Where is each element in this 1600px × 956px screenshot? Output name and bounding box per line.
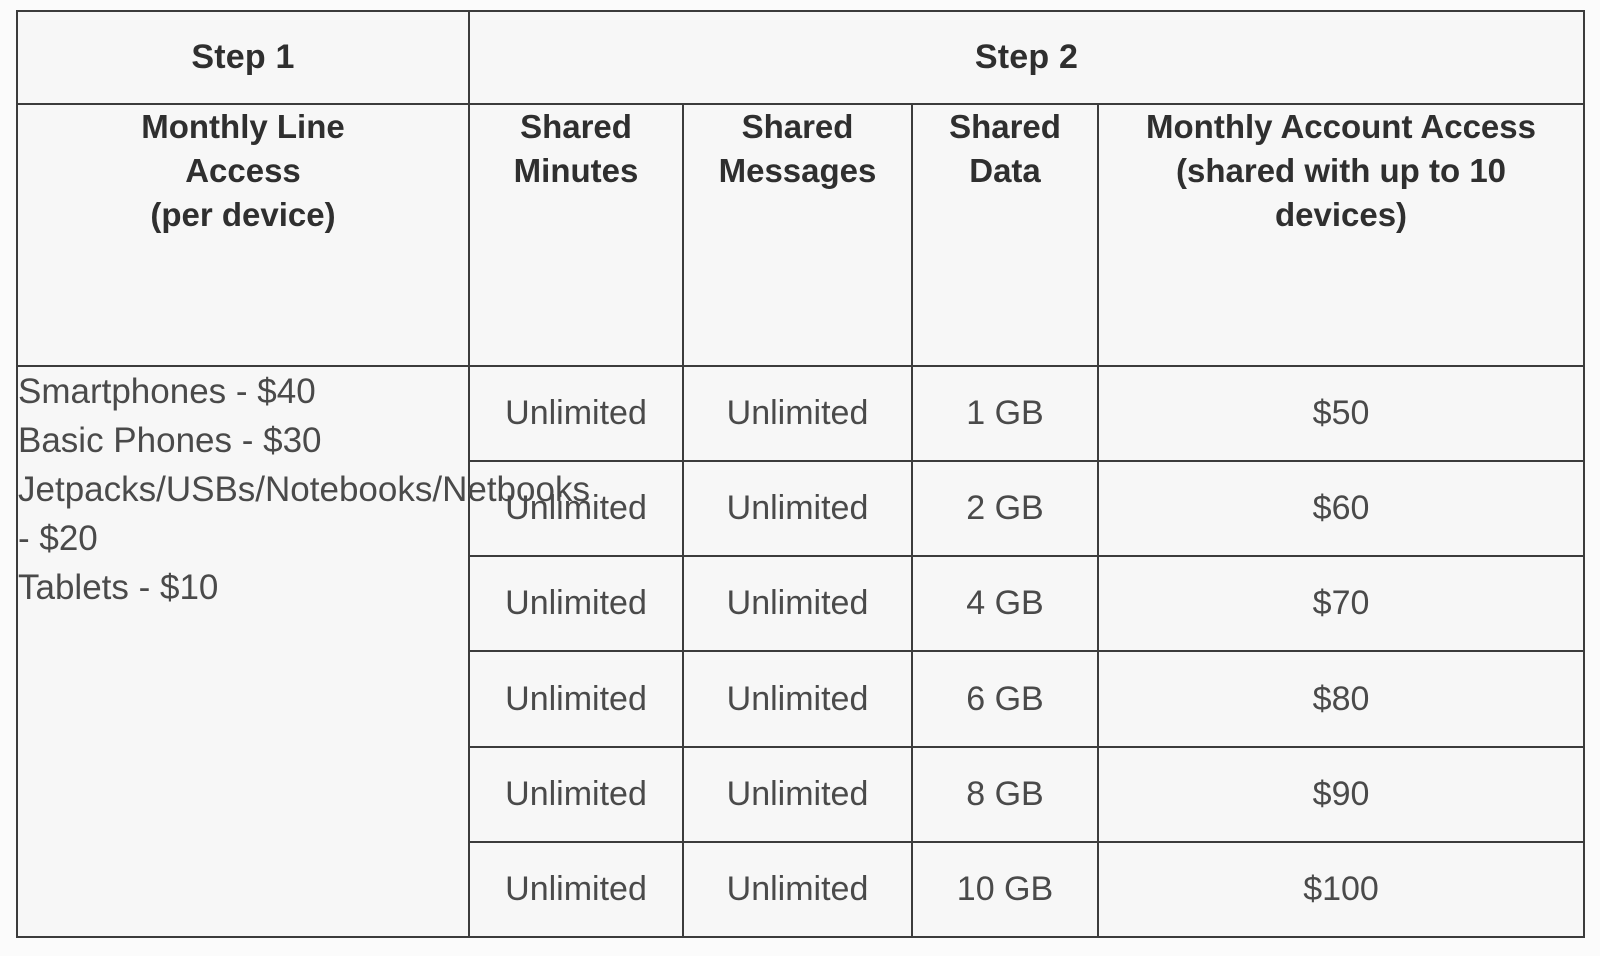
cell-shared-data: 8 GB [911, 745, 1099, 843]
cell-shared-messages: Unlimited [682, 460, 913, 558]
cell-shared-data: 4 GB [911, 555, 1099, 653]
cell-shared-minutes: Unlimited [468, 745, 684, 843]
column-header-shared-minutes: Shared Minutes [468, 103, 684, 367]
page-root: Step 1 Step 2 Monthly Line Access (per d… [0, 0, 1600, 956]
column-header-line: Shared [520, 108, 632, 145]
device-pricing-line: Smartphones - $40 [18, 372, 316, 411]
cell-monthly-account-access: $100 [1096, 840, 1586, 939]
cell-shared-messages: Unlimited [682, 745, 913, 843]
table-header: Step 1 Step 2 Monthly Line Access (per d… [16, 10, 1586, 367]
device-pricing-cell: Smartphones - $40 Basic Phones - $30 Jet… [16, 365, 590, 938]
column-header-monthly-line-access: Monthly Line Access (per device) [16, 103, 470, 367]
device-pricing-line: Basic Phones - $30 [18, 421, 322, 460]
device-pricing-line: Jetpacks/USBs/Notebooks/Netbooks - $20 [18, 470, 590, 558]
cell-monthly-account-access: $70 [1096, 555, 1586, 653]
step-2-header: Step 2 [467, 10, 1586, 105]
column-header-line: Shared [741, 108, 854, 145]
cell-monthly-account-access: $50 [1096, 364, 1586, 463]
cell-shared-data: 2 GB [911, 460, 1099, 558]
column-header-shared-data: Shared Data [911, 103, 1099, 367]
cell-shared-messages: Unlimited [682, 364, 913, 463]
cell-shared-minutes: Unlimited [468, 840, 684, 939]
column-header-line: Messages [718, 152, 877, 189]
column-header-line: (per device) [150, 196, 336, 233]
cell-monthly-account-access: $90 [1096, 745, 1586, 843]
step-banner-row: Step 1 Step 2 [16, 10, 1586, 105]
cell-shared-data: 6 GB [911, 650, 1099, 748]
cell-shared-data: 1 GB [911, 364, 1099, 463]
column-header-line: Access [185, 152, 301, 189]
device-pricing-line: Tablets - $10 [18, 568, 219, 607]
step-1-header: Step 1 [16, 10, 470, 105]
column-header-line: Minutes [513, 152, 639, 189]
table-body: Smartphones - $40 Basic Phones - $30 Jet… [16, 364, 1586, 939]
column-header-line: Data [969, 152, 1041, 189]
cell-shared-messages: Unlimited [682, 840, 913, 939]
cell-shared-messages: Unlimited [682, 650, 913, 748]
cell-shared-messages: Unlimited [682, 555, 913, 653]
cell-shared-minutes: Unlimited [468, 555, 684, 653]
column-header-shared-messages: Shared Messages [682, 103, 913, 367]
cell-shared-minutes: Unlimited [468, 364, 684, 463]
cell-monthly-account-access: $60 [1096, 460, 1586, 558]
cell-shared-minutes: Unlimited [468, 650, 684, 748]
table-row: Smartphones - $40 Basic Phones - $30 Jet… [16, 364, 1586, 938]
column-header-line: Monthly Line [141, 108, 345, 145]
column-header-row: Monthly Line Access (per device) Shared … [16, 103, 1586, 367]
column-header-line: Shared [949, 108, 1061, 145]
cell-monthly-account-access: $80 [1096, 650, 1586, 748]
cell-shared-data: 10 GB [911, 840, 1099, 939]
column-header-monthly-account-access: Monthly Account Access (shared with up t… [1096, 103, 1586, 367]
shared-plan-pricing-table: Step 1 Step 2 Monthly Line Access (per d… [16, 10, 1586, 939]
